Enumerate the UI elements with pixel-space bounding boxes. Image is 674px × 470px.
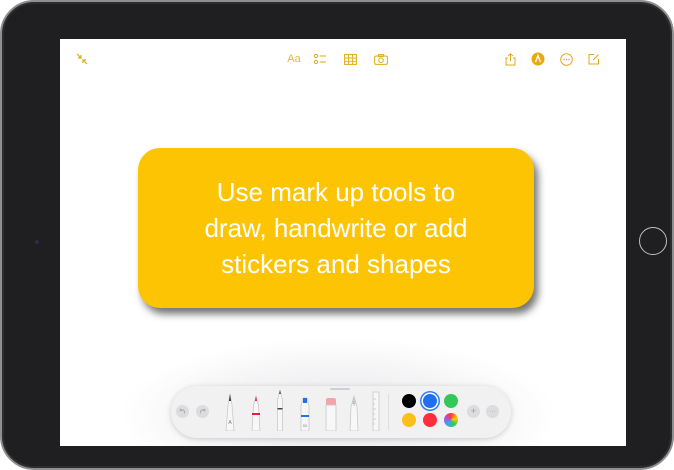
palette-more-label: ···	[489, 408, 496, 415]
checklist-icon[interactable]	[312, 51, 328, 67]
pencil-tool[interactable]	[274, 389, 286, 431]
camera-icon[interactable]	[373, 51, 389, 67]
ruler-tool[interactable]	[371, 391, 381, 431]
palette-more-button[interactable]: ···	[486, 405, 499, 418]
markup-tool-palette	[171, 386, 511, 438]
share-icon[interactable]	[502, 51, 518, 67]
lasso-tool[interactable]	[348, 395, 360, 431]
color-picker-swatch[interactable]	[444, 413, 458, 427]
callout-line-3: stickers and shapes	[221, 249, 451, 279]
home-button[interactable]	[639, 227, 667, 255]
format-text-button[interactable]: Aa	[284, 51, 304, 67]
color-swatch-yellow[interactable]	[402, 413, 416, 427]
notes-screen: Aa Use mark up tools to draw, handwrite …	[60, 39, 626, 446]
undo-icon[interactable]	[176, 405, 189, 418]
ipad-frame: Aa Use mark up tools to draw, handwrite …	[0, 0, 674, 470]
color-swatch-green[interactable]	[444, 394, 458, 408]
marker-tool[interactable]	[250, 395, 262, 431]
pen-tool[interactable]: A	[224, 393, 236, 431]
palette-divider	[388, 394, 389, 430]
color-swatch-red[interactable]	[423, 413, 437, 427]
markup-tip-callout: Use mark up tools to draw, handwrite or …	[138, 148, 534, 308]
compose-icon[interactable]	[586, 51, 602, 67]
highlighter-tool[interactable]: 50	[298, 397, 312, 431]
markup-pen-icon[interactable]	[530, 51, 546, 67]
color-swatch-black[interactable]	[402, 394, 416, 408]
add-label: +	[470, 406, 477, 416]
callout-line-2: draw, handwrite or add	[204, 213, 468, 243]
front-camera	[35, 240, 39, 244]
redo-icon[interactable]	[196, 405, 209, 418]
svg-text:50: 50	[303, 423, 308, 428]
collapse-arrows-icon[interactable]	[74, 51, 90, 67]
eraser-tool[interactable]	[324, 397, 338, 431]
more-ellipsis-icon[interactable]	[558, 51, 574, 67]
format-label: Aa	[287, 53, 301, 65]
palette-grabber[interactable]	[330, 388, 350, 390]
add-button[interactable]: +	[467, 405, 480, 418]
table-icon[interactable]	[342, 51, 358, 67]
color-swatch-blue[interactable]	[423, 394, 437, 408]
callout-line-1: Use mark up tools to	[216, 177, 456, 207]
